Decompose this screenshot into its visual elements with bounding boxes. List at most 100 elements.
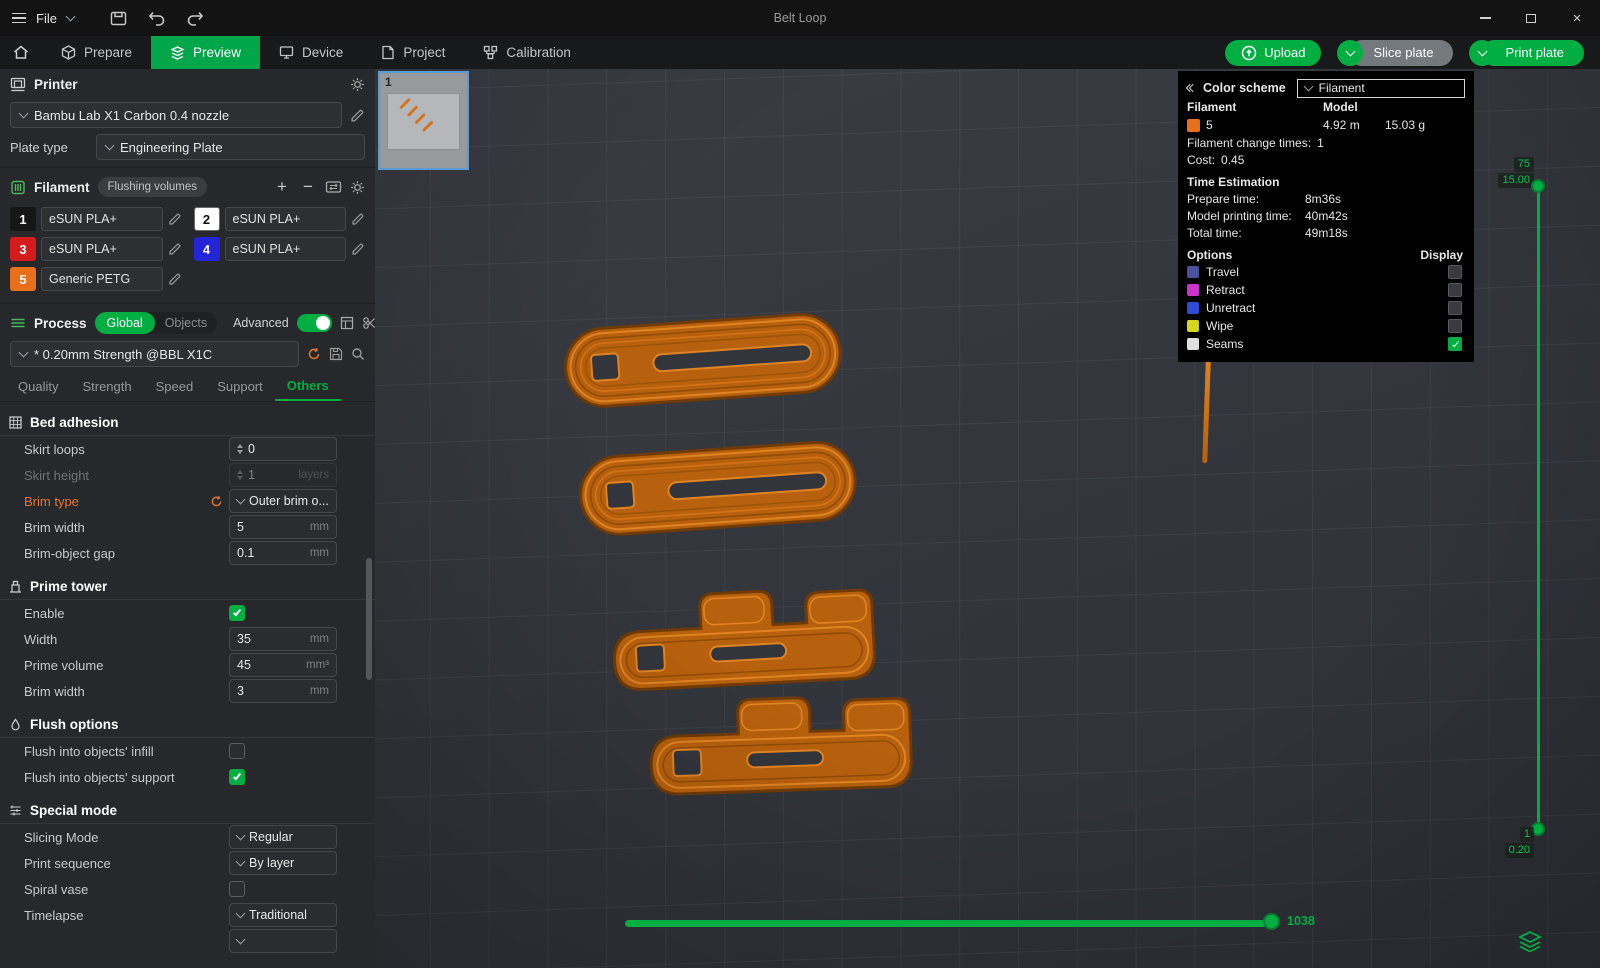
hamburger-menu-icon[interactable] bbox=[12, 13, 26, 24]
collapse-panel-icon[interactable] bbox=[1187, 85, 1196, 91]
tab-others[interactable]: Others bbox=[275, 372, 341, 401]
printer-settings-gear-icon[interactable] bbox=[350, 77, 365, 92]
timelapse-select[interactable]: Traditional bbox=[229, 903, 337, 927]
layers-view-icon[interactable] bbox=[1518, 930, 1542, 952]
retract-display-checkbox[interactable] bbox=[1448, 283, 1462, 297]
skirt-loops-input[interactable]: 0 bbox=[229, 437, 337, 461]
step-slider-track[interactable] bbox=[625, 920, 1272, 927]
maximize-button[interactable] bbox=[1508, 0, 1554, 36]
remove-filament-button[interactable]: − bbox=[299, 177, 317, 197]
print-dropdown-icon[interactable] bbox=[1469, 40, 1495, 66]
tab-quality[interactable]: Quality bbox=[6, 372, 70, 401]
tab-device[interactable]: Device bbox=[260, 36, 362, 69]
filament-sync-icon[interactable] bbox=[325, 180, 342, 194]
partial-select[interactable] bbox=[229, 929, 337, 953]
tab-support[interactable]: Support bbox=[205, 372, 275, 401]
color-scheme-select[interactable]: Filament bbox=[1297, 79, 1465, 98]
slice-dropdown-icon[interactable] bbox=[1337, 40, 1363, 66]
filament-color-swatch[interactable]: 5 bbox=[10, 267, 36, 291]
filament-color-swatch[interactable]: 3 bbox=[10, 237, 36, 261]
filament-color-swatch[interactable]: 2 bbox=[194, 207, 220, 231]
upload-button[interactable]: Upload bbox=[1225, 40, 1321, 66]
flushing-volumes-button[interactable]: Flushing volumes bbox=[98, 177, 207, 197]
seams-display-checkbox[interactable] bbox=[1448, 337, 1462, 351]
process-preset-value: * 0.20mm Strength @BBL X1C bbox=[34, 347, 212, 362]
sidebar-scrollbar[interactable] bbox=[366, 558, 372, 680]
setting-prime-enable: Enable bbox=[0, 600, 375, 626]
tab-prepare[interactable]: Prepare bbox=[42, 36, 151, 69]
layer-slider-track[interactable] bbox=[1537, 186, 1540, 831]
tab-preview[interactable]: Preview bbox=[151, 36, 260, 69]
add-filament-button[interactable]: + bbox=[273, 177, 291, 197]
scope-global-button[interactable]: Global bbox=[95, 312, 155, 334]
filament-settings-gear-icon[interactable] bbox=[350, 180, 365, 195]
print-sequence-select[interactable]: By layer bbox=[229, 851, 337, 875]
parameter-table-icon[interactable] bbox=[340, 316, 354, 330]
preview-viewport[interactable]: 1 Color scheme Filament Filament Model 5 bbox=[375, 69, 1600, 968]
chevron-down-icon[interactable] bbox=[66, 12, 76, 22]
edit-filament-icon[interactable] bbox=[168, 212, 182, 226]
edit-filament-icon[interactable] bbox=[351, 212, 365, 226]
slicing-mode-select[interactable]: Regular bbox=[229, 825, 337, 849]
edit-printer-icon[interactable] bbox=[350, 108, 365, 123]
save-preset-icon[interactable] bbox=[329, 347, 343, 361]
slice-plate-button[interactable]: Slice plate bbox=[1337, 40, 1453, 66]
print-plate-button[interactable]: Print plate bbox=[1469, 40, 1584, 66]
tab-strength[interactable]: Strength bbox=[70, 372, 143, 401]
flush-infill-checkbox[interactable] bbox=[229, 743, 245, 759]
slice-plate-label[interactable]: Slice plate bbox=[1349, 40, 1453, 66]
window-title: Belt Loop bbox=[0, 11, 1600, 25]
minimize-button[interactable] bbox=[1462, 0, 1508, 36]
advanced-toggle[interactable] bbox=[297, 314, 332, 332]
tab-calibration[interactable]: Calibration bbox=[464, 36, 590, 69]
process-preset-select[interactable]: * 0.20mm Strength @BBL X1C bbox=[10, 341, 299, 367]
filament-color-swatch[interactable]: 1 bbox=[10, 207, 36, 231]
print-plate-label[interactable]: Print plate bbox=[1481, 40, 1584, 66]
spinner[interactable] bbox=[237, 470, 243, 481]
compare-presets-icon[interactable] bbox=[362, 316, 375, 330]
prime-width-input[interactable]: 35 mm bbox=[229, 627, 337, 651]
search-icon[interactable] bbox=[351, 347, 365, 361]
save-project-icon[interactable] bbox=[110, 11, 127, 26]
tab-project[interactable]: Project bbox=[362, 36, 464, 69]
edit-filament-icon[interactable] bbox=[351, 242, 365, 256]
plate-type-select[interactable]: Engineering Plate bbox=[96, 134, 365, 160]
brim-type-select[interactable]: Outer brim o... bbox=[229, 489, 337, 513]
redo-icon[interactable] bbox=[186, 10, 205, 26]
file-menu[interactable]: File bbox=[36, 11, 57, 26]
wipe-display-checkbox[interactable] bbox=[1448, 319, 1462, 333]
brim-width-input[interactable]: 5 mm bbox=[229, 515, 337, 539]
skirt-height-input[interactable]: 1 layers bbox=[229, 463, 337, 487]
filament-name[interactable]: eSUN PLA+ bbox=[225, 207, 347, 231]
spinner[interactable] bbox=[237, 444, 243, 455]
tab-speed[interactable]: Speed bbox=[144, 372, 206, 401]
scope-objects-button[interactable]: Objects bbox=[155, 316, 217, 330]
prime-volume-input[interactable]: 45 mm³ bbox=[229, 653, 337, 677]
reset-value-icon[interactable] bbox=[210, 495, 223, 508]
prime-brim-width-input[interactable]: 3 mm bbox=[229, 679, 337, 703]
close-button[interactable]: × bbox=[1554, 0, 1600, 36]
enable-checkbox[interactable] bbox=[229, 605, 245, 621]
filament-slot-3: 3 eSUN PLA+ bbox=[10, 237, 182, 261]
step-slider-handle[interactable] bbox=[1263, 913, 1280, 930]
home-button[interactable] bbox=[0, 36, 42, 69]
plate-thumbnail-1[interactable]: 1 bbox=[378, 71, 469, 170]
edit-filament-icon[interactable] bbox=[168, 272, 182, 286]
filament-name[interactable]: eSUN PLA+ bbox=[41, 237, 163, 261]
filament-color-swatch[interactable]: 4 bbox=[194, 237, 220, 261]
spiral-vase-checkbox[interactable] bbox=[229, 881, 245, 897]
unretract-display-checkbox[interactable] bbox=[1448, 301, 1462, 315]
edit-filament-icon[interactable] bbox=[168, 242, 182, 256]
filament-slot-1: 1 eSUN PLA+ bbox=[10, 207, 182, 231]
travel-display-checkbox[interactable] bbox=[1448, 265, 1462, 279]
filament-name[interactable]: eSUN PLA+ bbox=[41, 207, 163, 231]
filament-name[interactable]: eSUN PLA+ bbox=[225, 237, 347, 261]
undo-icon[interactable] bbox=[147, 10, 166, 26]
printer-select[interactable]: Bambu Lab X1 Carbon 0.4 nozzle bbox=[10, 102, 342, 128]
layer-slider-top-handle[interactable] bbox=[1531, 179, 1545, 193]
reset-preset-icon[interactable] bbox=[307, 347, 321, 361]
filament-name[interactable]: Generic PETG bbox=[41, 267, 163, 291]
column-filament: Filament bbox=[1187, 100, 1323, 114]
brim-object-gap-input[interactable]: 0.1 mm bbox=[229, 541, 337, 565]
flush-support-checkbox[interactable] bbox=[229, 769, 245, 785]
